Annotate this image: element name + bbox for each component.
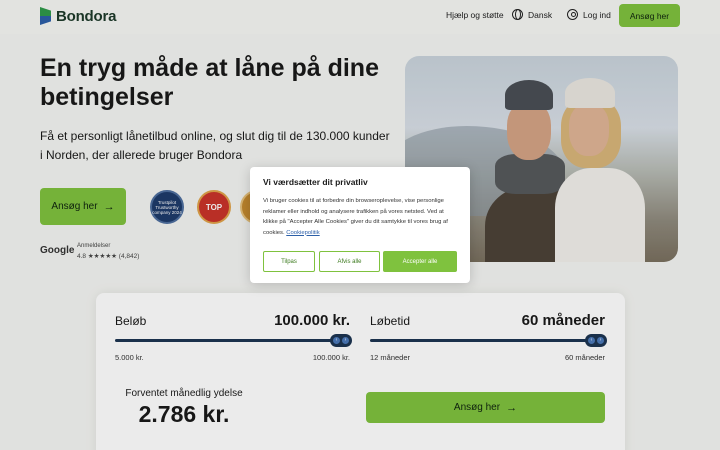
cookie-text: Vi bruger cookies til at forbedre din br… (263, 196, 457, 238)
term-slider[interactable] (370, 339, 605, 342)
globe-icon[interactable] (512, 9, 523, 20)
term-slider-handle[interactable]: ‹ › (585, 334, 607, 347)
cookie-consent-dialog: Vi værdsætter dit privatliv Vi bruger co… (250, 167, 470, 283)
hero-apply-button[interactable]: Ansøg her → (40, 188, 126, 225)
arrow-right-icon: → (506, 401, 518, 414)
amount-max: 100.000 kr. (312, 353, 350, 362)
cookie-customize-button[interactable]: Tilpas (263, 251, 315, 272)
logo-icon (40, 7, 51, 25)
term-value: 60 måneder (521, 312, 605, 329)
monthly-payment-label: Forventet månedlig ydelse (125, 388, 243, 399)
site-header: Bondora Hjælp og støtte Dansk Log ind An… (0, 0, 720, 34)
cookie-title: Vi værdsætter dit privatliv (263, 177, 368, 187)
amount-label: Beløb (115, 314, 147, 328)
amount-min: 5.000 kr. (115, 353, 144, 362)
header-apply-button[interactable]: Ansøg her (619, 4, 680, 27)
reviews-rating: 4.8 ★★★★★ (4,842) (77, 253, 140, 260)
cookie-accept-button[interactable]: Accepter alle (383, 251, 457, 272)
term-label: Løbetid (370, 314, 411, 328)
arrow-right-icon: → (103, 200, 115, 213)
cookie-reject-button[interactable]: Afvis alle (319, 251, 380, 272)
google-logo: Google (40, 245, 75, 256)
hero-subtitle: Få et personligt lånetilbud online, og s… (40, 129, 390, 162)
amount-value: 100.000 kr. (274, 312, 350, 329)
hero-title: En tryg måde at låne på dine betingelser (40, 54, 379, 111)
user-icon[interactable] (567, 9, 578, 20)
monthly-payment-value: 2.786 kr. (138, 401, 230, 427)
bondora-logo[interactable]: Bondora (40, 7, 116, 25)
help-link[interactable]: Hjælp og støtte (446, 10, 504, 20)
term-max: 60 måneder (564, 353, 605, 362)
top-award-badge: TOP (197, 190, 231, 224)
cookie-policy-link[interactable]: Cookiepolitik (286, 230, 319, 236)
term-min: 12 måneder (370, 353, 411, 362)
hero-apply-label: Ansøg her (51, 201, 98, 212)
amount-slider[interactable] (115, 339, 350, 342)
login-link[interactable]: Log ind (583, 10, 611, 20)
logo-text: Bondora (56, 7, 117, 25)
language-selector[interactable]: Dansk (528, 10, 552, 20)
calculator-apply-label: Ansøg her (453, 402, 501, 413)
amount-slider-handle[interactable]: ‹ › (330, 334, 352, 347)
reviews-label: Anmeldelser (77, 243, 111, 249)
calculator-apply-button[interactable]: Ansøg her → (366, 392, 605, 423)
cookie-buttons: Tilpas Afvis alle Accepter alle (263, 251, 457, 273)
trustpilot-badge: Trustpilot Trustworthy company 2024 (150, 190, 184, 224)
